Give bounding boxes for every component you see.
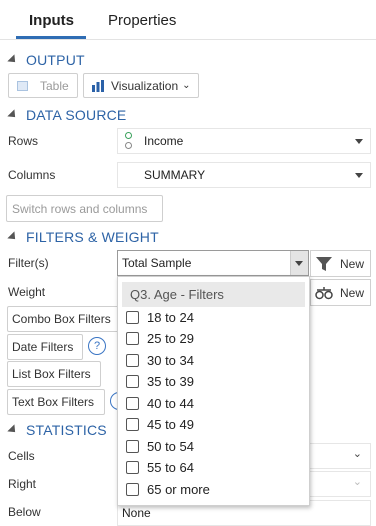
text-box-filters-button[interactable]: Text Box Filters (7, 389, 105, 415)
checkbox[interactable] (126, 418, 139, 431)
section-statistics-title: STATISTICS (26, 422, 107, 438)
list-item[interactable]: 30 to 34 (126, 350, 194, 370)
collapse-caret-icon (7, 109, 19, 121)
section-statistics-header[interactable]: STATISTICS (7, 422, 107, 438)
list-item[interactable]: 55 to 64 (126, 458, 194, 478)
section-data-source-title: DATA SOURCE (26, 107, 127, 123)
table-label: Table (40, 78, 69, 93)
columns-select[interactable]: SUMMARY (117, 162, 371, 188)
visualization-button[interactable]: Visualization ⌄ (83, 73, 199, 98)
chevron-down-icon: ⌄ (352, 448, 362, 460)
cells-label: Cells (8, 449, 35, 463)
section-data-source-header[interactable]: DATA SOURCE (7, 107, 127, 123)
rows-value: Income (144, 134, 184, 148)
list-item[interactable]: 18 to 24 (126, 307, 194, 327)
list-item[interactable]: 40 to 44 (126, 393, 194, 413)
new-filter-label: New (339, 256, 364, 271)
section-output-header[interactable]: OUTPUT (7, 52, 85, 68)
bar-chart-icon (92, 79, 104, 92)
columns-value: SUMMARY (144, 168, 206, 182)
checkbox[interactable] (126, 482, 139, 496)
filters-label: Filter(s) (8, 256, 49, 270)
funnel-icon (316, 257, 332, 271)
chevron-down-icon: ⌄ (182, 80, 191, 91)
new-weight-label: New (339, 285, 364, 300)
switch-rows-columns-button[interactable]: Switch rows and columns (6, 195, 163, 222)
list-item[interactable]: 50 to 54 (126, 436, 194, 456)
list-item[interactable]: 25 to 29 (126, 329, 194, 349)
tab-properties[interactable]: Properties (108, 12, 176, 29)
tab-bar: Inputs Properties (0, 0, 376, 40)
checkbox[interactable] (126, 332, 139, 345)
list-item[interactable]: 65 or more (126, 479, 210, 499)
filters-select[interactable]: Total Sample (117, 250, 309, 276)
columns-label: Columns (8, 168, 56, 182)
table-button[interactable]: Table (8, 73, 78, 98)
combo-box-filters-button[interactable]: Combo Box Filters (7, 306, 119, 332)
help-icon[interactable]: ? (88, 337, 106, 355)
dropdown-arrow-icon (355, 173, 363, 178)
filters-value: Total Sample (122, 256, 192, 270)
checkbox[interactable] (126, 353, 139, 367)
visualization-label: Visualization (111, 78, 179, 93)
checkbox[interactable] (126, 375, 139, 388)
dropdown-arrow-icon (295, 261, 303, 266)
checkbox[interactable] (126, 461, 139, 474)
scales-icon (315, 287, 333, 300)
rows-label: Rows (8, 134, 39, 148)
section-output-title: OUTPUT (26, 52, 85, 68)
tab-inputs[interactable]: Inputs (29, 12, 74, 29)
dropdown-group-header: Q3. Age - Filters (122, 282, 305, 307)
collapse-caret-icon (7, 231, 19, 243)
dropdown-arrow-icon (355, 139, 363, 144)
date-filters-button[interactable]: Date Filters (7, 334, 83, 360)
below-label: Below (8, 505, 41, 519)
section-filters-weight-header[interactable]: FILTERS & WEIGHT (7, 229, 159, 245)
filter-dropdown-panel: Q3. Age - Filters 18 to 24 25 to 29 30 t… (117, 276, 310, 506)
list-item[interactable]: 35 to 39 (126, 372, 194, 392)
list-box-filters-button[interactable]: List Box Filters (7, 361, 101, 387)
rows-select[interactable]: Income (117, 128, 371, 154)
checkbox[interactable] (126, 396, 139, 410)
collapse-caret-icon (7, 54, 19, 66)
below-value: None (122, 506, 151, 520)
section-filters-weight-title: FILTERS & WEIGHT (26, 229, 159, 245)
table-icon (17, 80, 28, 91)
variable-type-icon (125, 132, 133, 150)
chevron-down-icon: ⌄ (352, 476, 362, 488)
list-item[interactable]: 45 to 49 (126, 415, 194, 435)
right-label: Right (8, 477, 37, 491)
checkbox[interactable] (126, 310, 139, 324)
new-filter-button[interactable]: New (310, 250, 371, 277)
new-weight-button[interactable]: New (310, 279, 371, 306)
active-tab-indicator (16, 36, 86, 39)
checkbox[interactable] (126, 439, 139, 453)
collapse-caret-icon (7, 424, 19, 436)
weight-label: Weight (8, 285, 46, 299)
